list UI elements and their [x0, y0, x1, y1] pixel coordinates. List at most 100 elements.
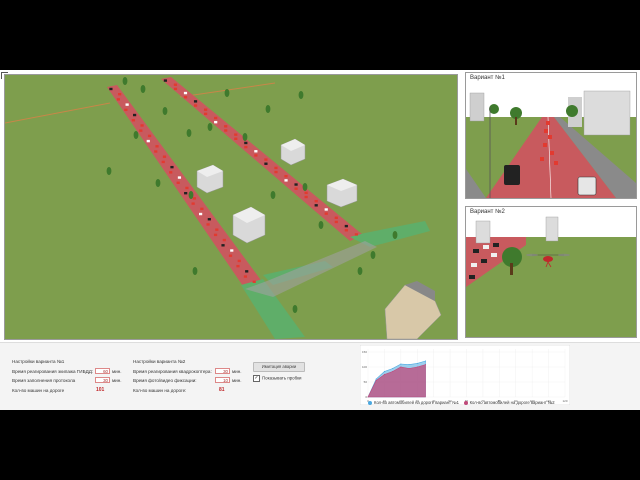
car-icon	[177, 176, 182, 179]
variant1-scene	[466, 73, 636, 198]
car-icon	[284, 179, 288, 182]
car-icon	[294, 187, 298, 190]
car-icon	[314, 199, 318, 203]
series-point	[392, 368, 394, 369]
car-icon	[234, 137, 238, 140]
main-3d-view[interactable]	[4, 74, 458, 340]
car-icon	[234, 133, 238, 136]
car-icon	[203, 108, 208, 111]
series-point	[424, 364, 426, 366]
tree-icon	[186, 129, 192, 137]
show-traffic-label: Показывать пробки	[262, 375, 302, 381]
series-point	[416, 366, 418, 368]
car-icon	[473, 249, 479, 253]
y-tick-label: 50	[364, 380, 368, 384]
car-icon	[200, 207, 204, 211]
car-icon	[207, 218, 211, 221]
car-icon	[284, 175, 288, 178]
car-icon	[222, 238, 226, 242]
car-icon	[173, 83, 178, 86]
tree-icon	[357, 267, 363, 275]
car-icon	[214, 120, 218, 124]
protocol-time-input[interactable]: 30	[95, 377, 110, 383]
photo-time-input[interactable]: 10	[215, 377, 230, 383]
car-icon	[237, 259, 241, 263]
series-point	[375, 378, 377, 380]
car-icon	[173, 87, 178, 91]
car-icon	[116, 98, 120, 101]
tree-icon	[192, 267, 198, 275]
car-icon	[230, 249, 234, 252]
series-point	[392, 371, 394, 372]
car-icon	[481, 259, 487, 263]
car-icon	[183, 96, 188, 99]
car-icon	[139, 129, 143, 132]
simulate-accident-button[interactable]: Имитация аварии	[253, 362, 305, 372]
tree-icon	[392, 231, 398, 239]
drone-reaction-input[interactable]: 30	[215, 368, 230, 374]
car-icon	[169, 171, 173, 174]
car-icon	[131, 119, 135, 122]
tree-icon	[224, 89, 230, 97]
car-icon	[244, 145, 248, 149]
car-icon	[163, 79, 168, 82]
car-icon	[344, 229, 348, 232]
car-icon	[109, 87, 113, 91]
car-icon	[118, 92, 122, 96]
checkbox-box[interactable]: ✓	[253, 375, 260, 382]
car-icon	[215, 228, 219, 231]
car-icon	[184, 191, 188, 195]
variant2-scene	[466, 207, 636, 337]
car-icon	[183, 91, 188, 95]
car-icon	[334, 216, 338, 219]
car-icon	[147, 134, 152, 138]
car-icon	[243, 275, 248, 278]
car-icon	[469, 275, 475, 279]
tree-icon	[298, 91, 304, 99]
car-icon	[214, 116, 218, 120]
car-icon	[264, 158, 268, 161]
car-icon	[161, 160, 165, 164]
car-icon	[254, 150, 258, 153]
cars-chart: 0102030405060708090100110120050100150	[360, 345, 570, 405]
car-icon	[491, 253, 497, 257]
tree-icon	[292, 305, 298, 313]
legend-dot-series2	[463, 400, 468, 405]
car-icon	[221, 244, 225, 247]
series-point	[383, 374, 385, 375]
car-icon	[162, 155, 167, 158]
tree-icon	[140, 85, 146, 93]
cars-count-variant2: 81	[219, 387, 225, 393]
car-icon	[245, 270, 249, 273]
car-icon	[124, 108, 128, 112]
building	[326, 178, 358, 208]
car-icon	[228, 254, 233, 257]
tree-icon	[133, 131, 139, 139]
car-icon	[554, 161, 558, 165]
series-point	[375, 380, 377, 381]
variant1-view[interactable]: Вариант №1	[465, 72, 637, 199]
tree-icon	[122, 77, 128, 85]
show-traffic-checkbox[interactable]: ✓ Показывать пробки	[253, 375, 301, 382]
car-icon	[493, 243, 499, 247]
car-icon	[274, 170, 278, 174]
car-icon	[206, 223, 210, 226]
series-point	[424, 360, 426, 362]
car-icon	[354, 233, 358, 236]
variant2-view[interactable]: Вариант №2	[465, 206, 637, 338]
car-icon	[236, 264, 240, 268]
tree-icon	[270, 191, 276, 199]
series-point	[408, 364, 410, 366]
car-icon	[244, 141, 248, 145]
series-point	[416, 362, 418, 364]
simulation-window: Вариант №1 Вариант №2 Настройки варианта…	[0, 70, 640, 410]
car-icon	[264, 162, 268, 165]
series-point	[400, 366, 402, 368]
car-icon	[540, 157, 544, 161]
tree-icon	[302, 183, 308, 191]
car-icon	[548, 135, 552, 139]
car-icon	[170, 165, 174, 169]
tree-icon	[207, 123, 213, 131]
control-panel: Настройки варианта №1 Время реагирования…	[0, 342, 640, 410]
reaction-time-input[interactable]: 60	[95, 368, 110, 374]
